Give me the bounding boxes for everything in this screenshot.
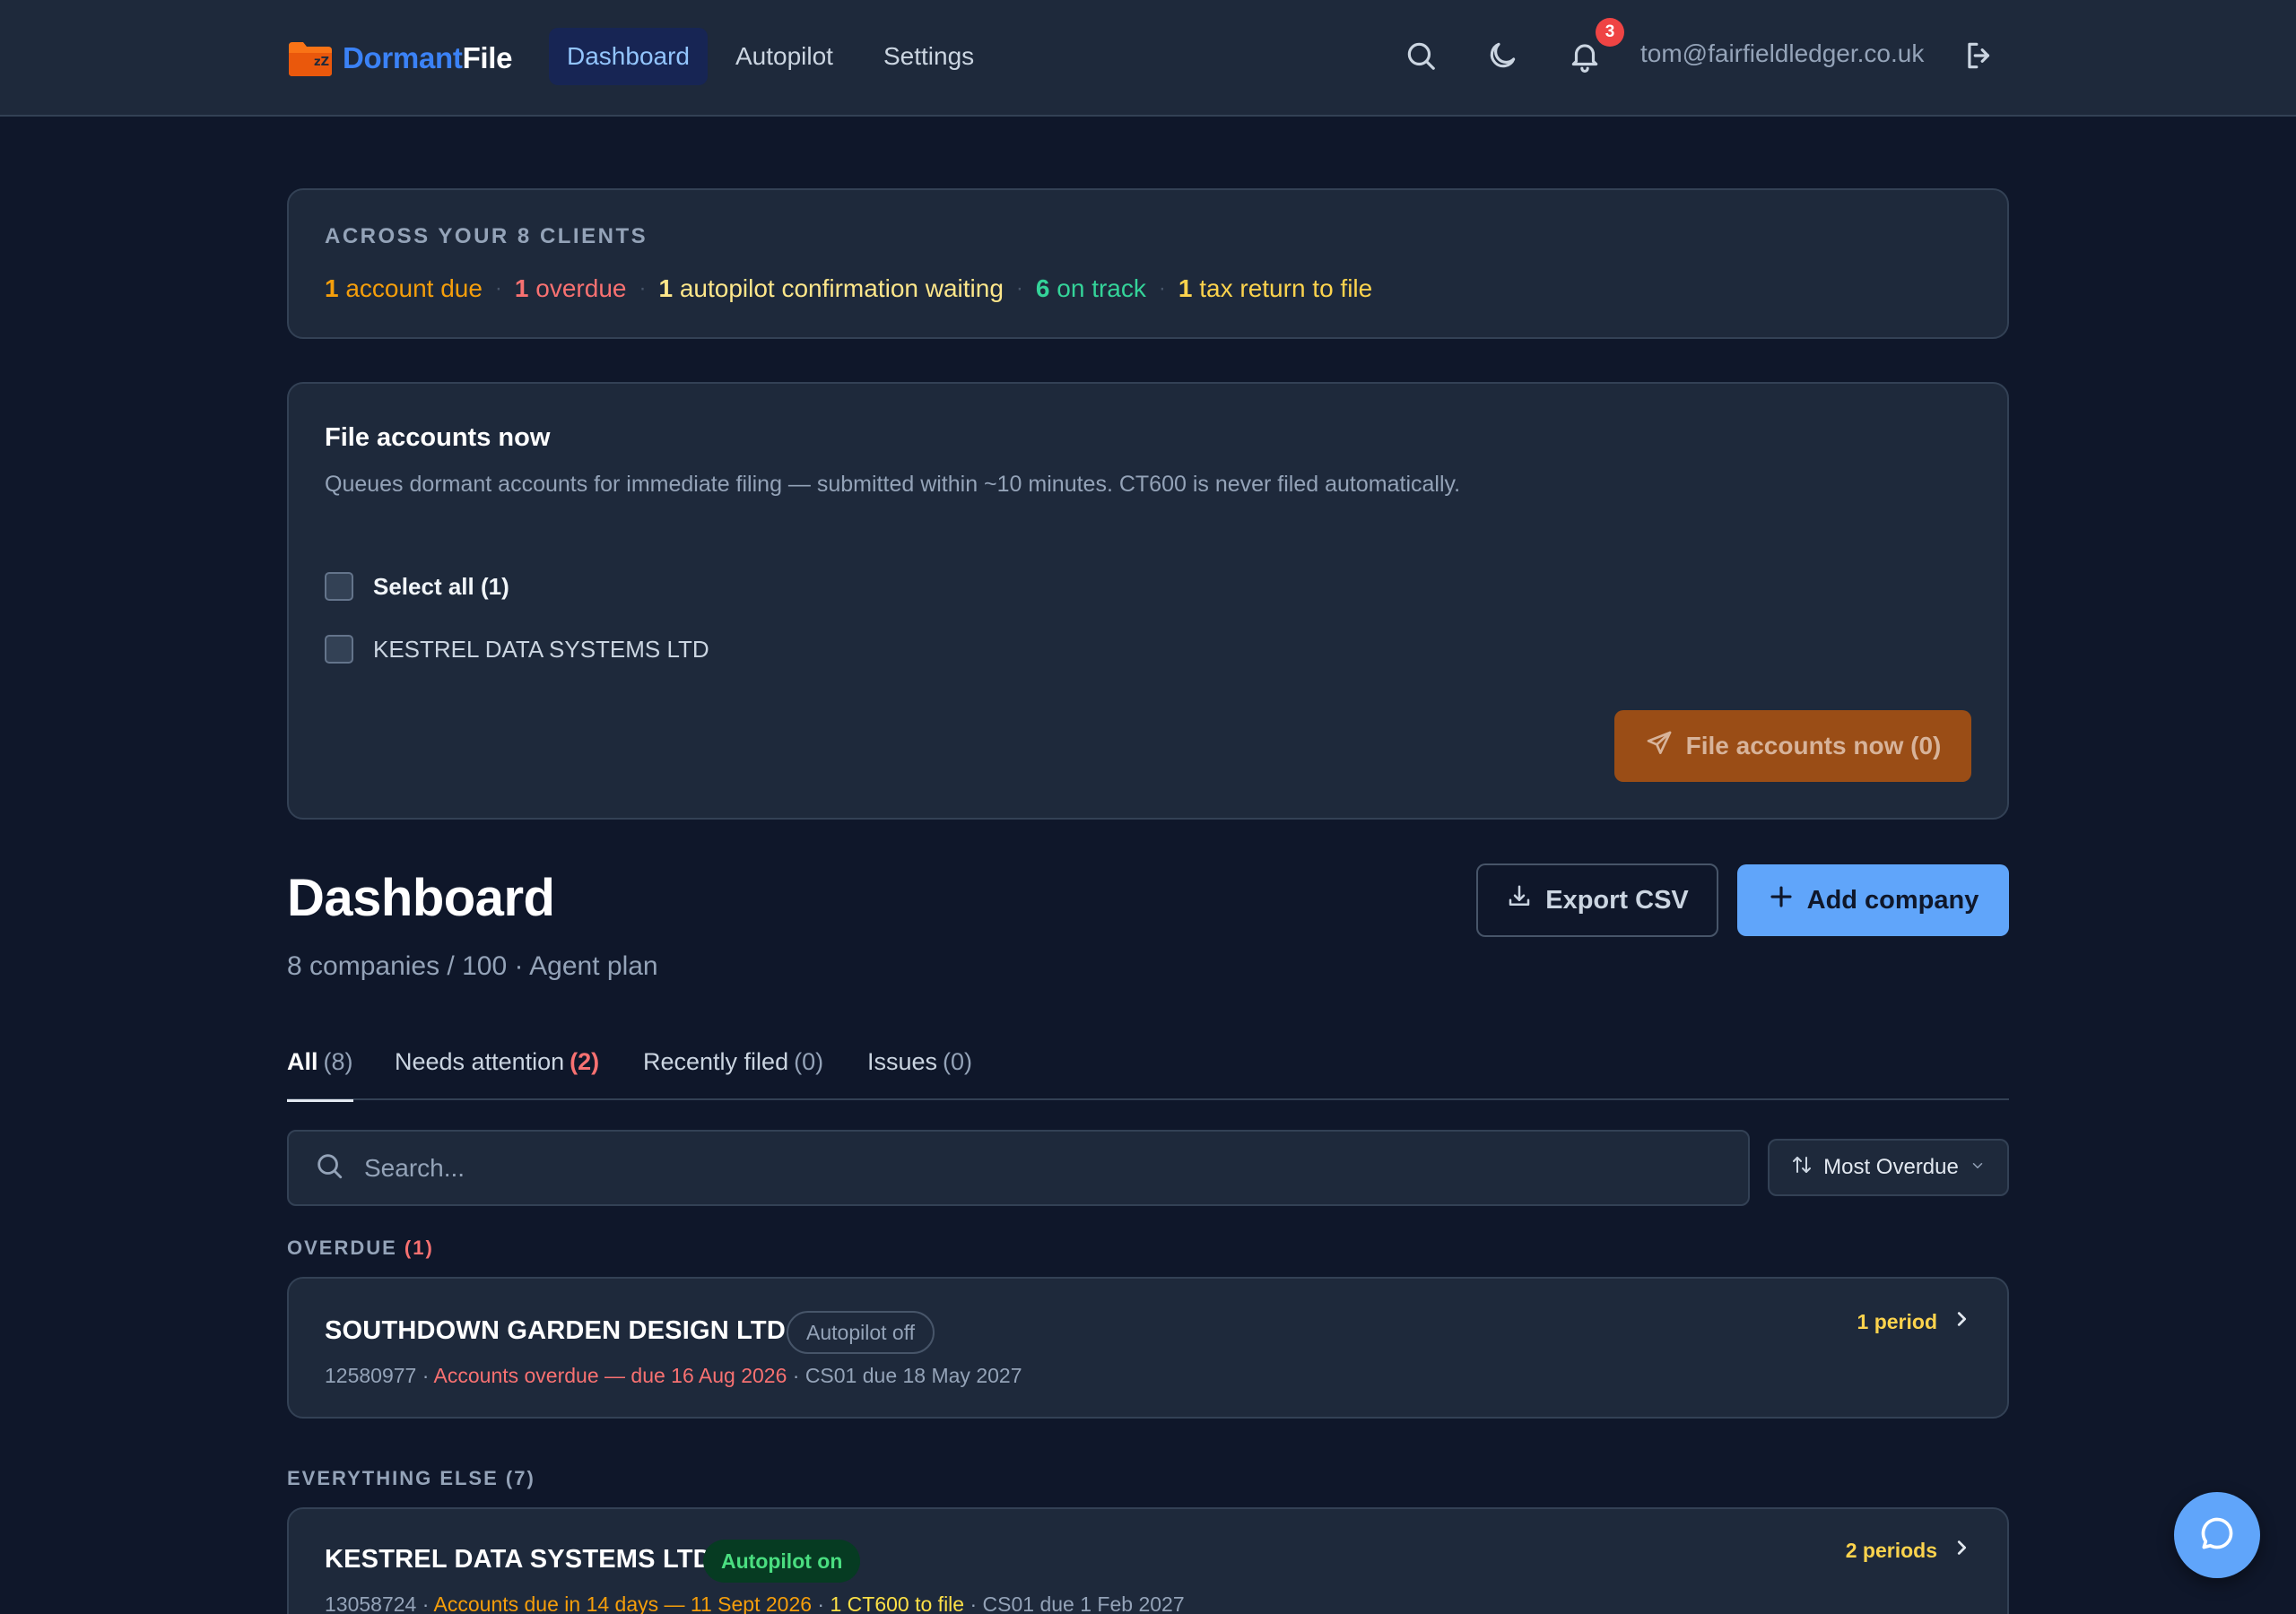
chevron-right-icon — [1952, 1309, 1971, 1334]
nav-dashboard[interactable]: Dashboard — [549, 28, 708, 85]
tab-recently-filed[interactable]: Recently filed (0) — [643, 1045, 823, 1100]
stat-tax-return[interactable]: 1 tax return to file — [1178, 274, 1372, 303]
export-csv-button[interactable]: Export CSV — [1476, 863, 1718, 937]
plus-icon — [1768, 883, 1795, 917]
file-accounts-card: File accounts now Queues dormant account… — [287, 382, 2009, 820]
search-input[interactable] — [364, 1153, 1709, 1183]
periods-link[interactable]: 1 period — [1857, 1309, 1971, 1334]
sort-dropdown[interactable]: Most Overdue — [1768, 1139, 2009, 1196]
separator-dot: · — [1015, 276, 1023, 300]
search-box[interactable] — [287, 1130, 1750, 1206]
tab-issues[interactable]: Issues (0) — [867, 1045, 972, 1100]
cs01-status: CS01 due 18 May 2027 — [804, 1364, 1022, 1387]
file-accounts-description: Queues dormant accounts for immediate fi… — [325, 472, 1461, 497]
ct600-status: 1 CT600 to file — [830, 1592, 965, 1614]
export-csv-label: Export CSV — [1545, 885, 1689, 915]
stat-on-track[interactable]: 6 on track — [1036, 274, 1146, 303]
company-checkbox-row[interactable]: KESTREL DATA SYSTEMS LTD — [325, 635, 709, 664]
notification-count-badge: 3 — [1596, 18, 1624, 47]
sort-arrows-icon — [1791, 1154, 1813, 1182]
user-email[interactable]: tom@fairfieldledger.co.uk — [1640, 39, 1924, 68]
accounts-status: Accounts due in 14 days — 11 Sept 2026 — [433, 1592, 813, 1614]
select-all-label: Select all (1) — [373, 572, 509, 600]
separator-dot: · — [494, 276, 502, 300]
chevron-right-icon — [1952, 1538, 1971, 1563]
group-label-everything-else: EVERYTHING ELSE (7) — [287, 1467, 535, 1489]
svg-text:zZ: zZ — [314, 56, 329, 69]
tab-all[interactable]: All (8) — [287, 1045, 353, 1102]
filter-tabs: All (8) Needs attention (2) Recently filed… — [287, 1045, 2009, 1102]
autopilot-status-badge: Autopilot off — [787, 1311, 935, 1354]
send-icon — [1645, 729, 1674, 764]
company-name[interactable]: KESTREL DATA SYSTEMS LTD — [325, 1545, 712, 1575]
search-icon[interactable] — [1404, 39, 1438, 73]
clients-summary-card: ACROSS YOUR 8 CLIENTS 1 account due · 1 … — [287, 188, 2009, 339]
stat-accounts-due[interactable]: 1 account due — [325, 274, 483, 303]
add-company-button[interactable]: Add company — [1737, 864, 2009, 936]
sort-label: Most Overdue — [1823, 1155, 1959, 1179]
company-name[interactable]: SOUTHDOWN GARDEN DESIGN LTD — [325, 1316, 786, 1346]
search-icon — [314, 1150, 344, 1185]
company-checkbox-label: KESTREL DATA SYSTEMS LTD — [373, 635, 709, 663]
chat-bubble-icon — [2197, 1514, 2237, 1558]
chevron-down-icon — [1970, 1155, 1986, 1180]
stat-overdue[interactable]: 1 overdue — [515, 274, 627, 303]
add-company-label: Add company — [1806, 885, 1979, 915]
file-accounts-now-button[interactable]: File accounts now (0) — [1614, 710, 1971, 782]
logo[interactable]: zZ DormantFile — [287, 36, 513, 81]
separator-dot: · — [1158, 276, 1166, 300]
file-accounts-title: File accounts now — [325, 423, 551, 452]
company-row[interactable]: SOUTHDOWN GARDEN DESIGN LTD Autopilot of… — [287, 1277, 2009, 1419]
summary-title: ACROSS YOUR 8 CLIENTS — [325, 224, 648, 248]
bell-icon[interactable] — [1568, 39, 1602, 73]
logout-icon[interactable] — [1962, 39, 1996, 73]
select-all-checkbox[interactable] — [325, 572, 353, 601]
company-row[interactable]: KESTREL DATA SYSTEMS LTD Autopilot on 13… — [287, 1507, 2009, 1614]
chat-button[interactable] — [2174, 1492, 2260, 1578]
page-title: Dashboard — [287, 869, 555, 927]
download-icon — [1506, 883, 1533, 917]
moon-icon[interactable] — [1485, 39, 1519, 73]
tab-needs-attention[interactable]: Needs attention (2) — [395, 1045, 599, 1100]
periods-link[interactable]: 2 periods — [1846, 1538, 1971, 1563]
separator-dot: · — [639, 276, 647, 300]
file-accounts-button-label: File accounts now (0) — [1685, 732, 1942, 759]
stat-autopilot-confirmation[interactable]: 1 autopilot confirmation waiting — [658, 274, 1003, 303]
company-meta: 12580977 · Accounts overdue — due 16 Aug… — [325, 1364, 1022, 1387]
folder-icon: zZ — [287, 39, 334, 78]
company-meta: 13058724 · Accounts due in 14 days — 11 … — [325, 1592, 1185, 1614]
company-number: 13058724 — [325, 1592, 417, 1614]
autopilot-status-badge: Autopilot on — [703, 1540, 861, 1583]
logo-text: DormantFile — [343, 41, 513, 74]
group-label-overdue: OVERDUE (1) — [287, 1237, 434, 1259]
nav-autopilot[interactable]: Autopilot — [718, 28, 851, 85]
page-subtitle: 8 companies / 100 · Agent plan — [287, 951, 658, 981]
company-number: 12580977 — [325, 1364, 417, 1387]
summary-stats: 1 account due · 1 overdue · 1 autopilot … — [325, 274, 1372, 303]
top-navigation-bar: zZ DormantFile Dashboard Autopilot Setti… — [0, 0, 2296, 117]
select-all-row[interactable]: Select all (1) — [325, 572, 509, 601]
accounts-status: Accounts overdue — due 16 Aug 2026 — [433, 1364, 787, 1387]
nav-settings[interactable]: Settings — [865, 28, 992, 85]
company-checkbox[interactable] — [325, 635, 353, 664]
cs01-status: CS01 due 1 Feb 2027 — [982, 1592, 1185, 1614]
